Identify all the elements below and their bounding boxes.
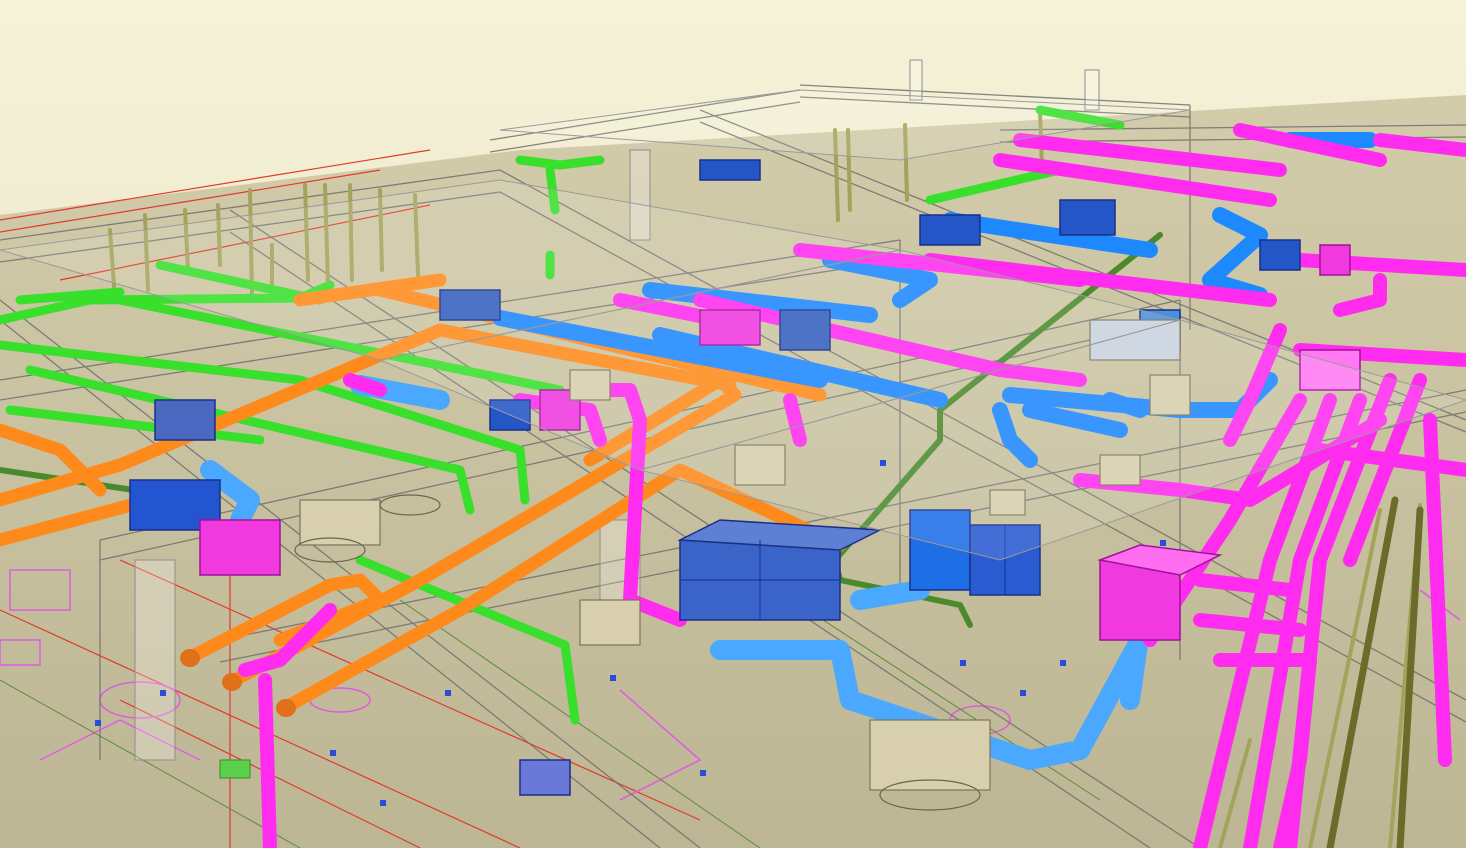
mep-model-scene[interactable] [0, 0, 1466, 848]
bim-3d-viewport[interactable] [0, 0, 1466, 848]
